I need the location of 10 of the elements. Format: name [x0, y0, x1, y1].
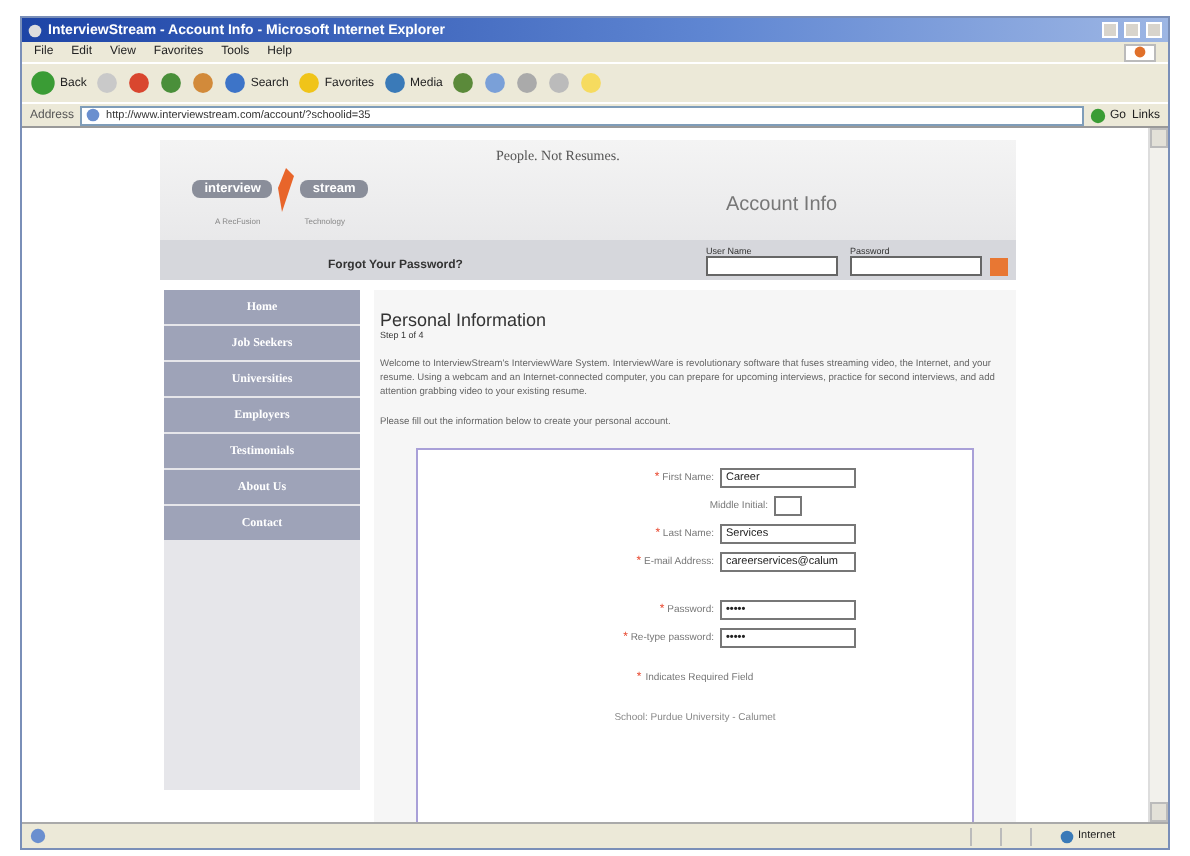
maximize-button[interactable]: [1124, 22, 1140, 38]
section-heading: Personal Information: [380, 310, 549, 330]
minimize-button[interactable]: [1102, 22, 1118, 38]
scrollbar[interactable]: [1148, 128, 1168, 822]
input-field[interactable]: [774, 495, 802, 516]
username-field[interactable]: [706, 256, 838, 276]
page-title: Account Info: [726, 194, 838, 216]
close-button[interactable]: [1146, 22, 1162, 38]
password-field[interactable]: [850, 256, 982, 276]
login-button[interactable]: [990, 258, 1008, 276]
